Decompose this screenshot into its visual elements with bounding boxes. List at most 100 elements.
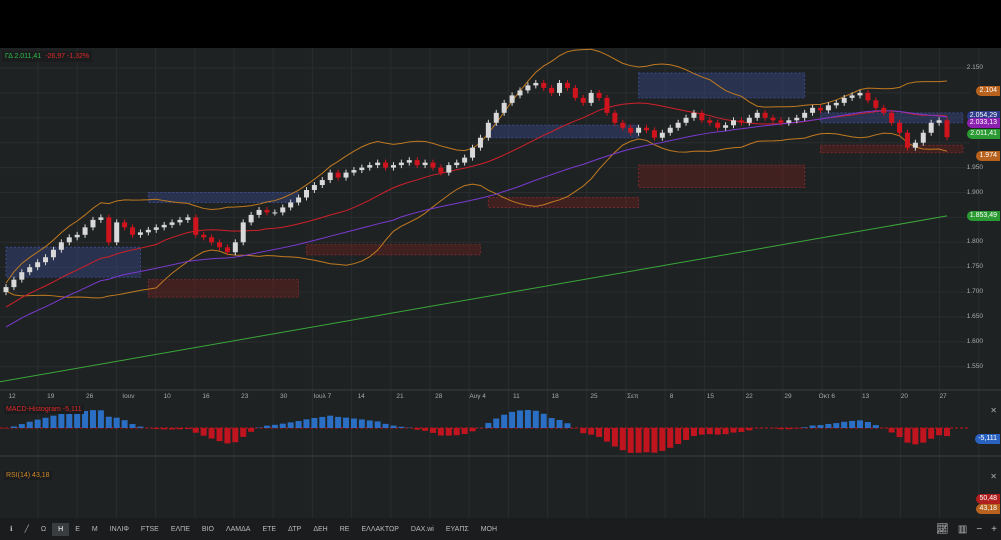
zoom-out-icon[interactable]: −: [976, 524, 982, 535]
candle: [817, 107, 823, 111]
candle: [224, 247, 230, 253]
macd-bar: [34, 419, 41, 428]
macd-bar: [857, 420, 864, 428]
macd-bar: [548, 418, 555, 428]
candle: [810, 107, 816, 113]
close-rsi-icon[interactable]: ✕: [990, 472, 997, 481]
candle: [549, 87, 555, 93]
macd-bar: [437, 428, 444, 436]
date-tick: 22: [745, 393, 753, 400]
symbol-button[interactable]: DAX.wi: [405, 523, 440, 536]
candle: [849, 95, 855, 98]
macd-bar: [366, 420, 373, 428]
price-tick: 1.750: [966, 263, 983, 271]
candle: [707, 120, 713, 123]
close-macd-icon[interactable]: ✕: [990, 406, 997, 415]
candle: [841, 97, 847, 103]
candle: [557, 82, 563, 93]
price-tick: 1.800: [966, 238, 983, 246]
candle: [651, 130, 657, 138]
supply-zone: [147, 192, 300, 203]
candle: [169, 222, 175, 225]
macd-bar: [801, 427, 808, 428]
macd-bar: [896, 428, 903, 438]
macd-bar: [785, 428, 792, 430]
macd-bar: [888, 428, 895, 433]
macd-bar: [849, 420, 856, 428]
macd-bar: [153, 428, 160, 430]
macd-bar: [271, 424, 278, 428]
candle: [699, 112, 705, 121]
candle: [58, 242, 64, 250]
candle: [335, 172, 341, 178]
macd-bar: [137, 426, 144, 428]
macd-bar: [706, 428, 713, 435]
macd-bar: [643, 428, 650, 453]
macd-bar: [169, 428, 176, 430]
price-tag: 1.974: [976, 150, 1000, 161]
candle: [564, 82, 570, 88]
candle: [501, 102, 507, 113]
zoom-in-icon[interactable]: +: [991, 524, 997, 535]
macd-bar: [121, 420, 128, 428]
symbol-button[interactable]: ΔΤΡ: [282, 523, 307, 536]
candle: [66, 237, 72, 243]
symbol-button[interactable]: Μ: [86, 523, 104, 536]
bollinger-lower: [5, 132, 948, 299]
date-tick: 16: [202, 393, 210, 400]
symbol-button[interactable]: RE: [334, 523, 356, 536]
symbol-button[interactable]: ΕΛΛΑΚΤΩΡ: [355, 523, 404, 536]
macd-bar: [161, 428, 168, 430]
chart-canvas[interactable]: [0, 48, 1001, 518]
candle: [659, 132, 665, 138]
macd-bar: [469, 428, 476, 432]
macd-bar: [129, 424, 136, 428]
symbol-button[interactable]: ΕΛΠΕ: [165, 523, 196, 536]
chart-type-icon[interactable]: 📈︎: [936, 524, 949, 535]
macd-bar: [232, 428, 239, 443]
macd-bar: [184, 428, 191, 429]
date-tick: 23: [241, 393, 249, 400]
symbol-button[interactable]: ΕΤΕ: [256, 523, 282, 536]
candle: [730, 120, 736, 126]
symbol-button[interactable]: ΒΙΟ: [196, 523, 220, 536]
macd-bar: [730, 428, 737, 433]
date-tick: 21: [396, 393, 404, 400]
candle: [533, 82, 539, 86]
macd-bar: [777, 428, 784, 430]
candle: [620, 122, 626, 128]
macd-bar: [279, 423, 286, 428]
symbol-button[interactable]: ΛΑΜΔΑ: [220, 523, 257, 536]
last-price: ΓΔ 2.011,41: [5, 53, 42, 60]
symbol-button[interactable]: ΔΕΗ: [307, 523, 333, 536]
macd-bar: [216, 428, 223, 442]
symbol-button[interactable]: Ε: [69, 523, 86, 536]
macd-bar: [611, 428, 618, 447]
indicators-icon[interactable]: ▥: [958, 524, 967, 535]
symbol-button[interactable]: ΜΟΗ: [475, 523, 503, 536]
date-tick: 26: [85, 393, 94, 400]
symbol-button[interactable]: ΙΝΛΙΦ: [104, 523, 135, 536]
candle: [153, 227, 159, 230]
macd-bar: [295, 421, 302, 428]
symbol-button[interactable]: Η: [52, 522, 70, 536]
macd-bar: [817, 425, 824, 428]
candle: [90, 219, 96, 228]
rsi-tag: 50,48: [976, 494, 1000, 504]
symbol-button[interactable]: FTSE: [135, 523, 165, 536]
macd-bar: [176, 428, 183, 430]
candle: [193, 217, 199, 235]
candle: [485, 122, 491, 138]
candle: [462, 157, 468, 163]
macd-bar: [422, 428, 429, 431]
draw-line-icon[interactable]: ╱: [19, 522, 35, 536]
supply-zone: [5, 246, 141, 278]
symbol-button[interactable]: Ω: [35, 523, 52, 536]
date-tick: 14: [357, 393, 365, 400]
symbol-button[interactable]: ΕΥΑΠΣ: [440, 523, 475, 536]
candle: [50, 249, 56, 258]
demand-zone: [147, 279, 300, 298]
candle: [383, 162, 389, 168]
info-icon[interactable]: ℹ: [4, 522, 19, 536]
candle: [446, 165, 452, 173]
